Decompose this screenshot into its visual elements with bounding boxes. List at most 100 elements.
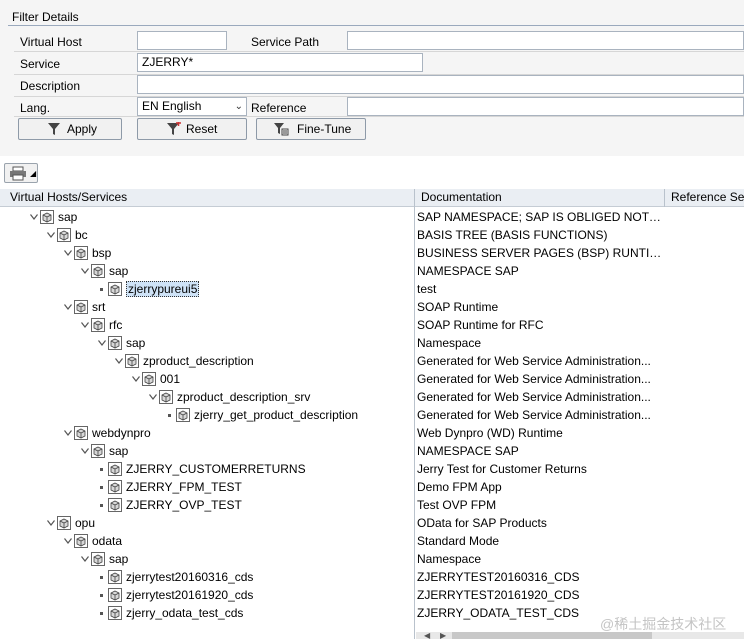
tree-node-label[interactable]: ZJERRY_OVP_TEST (126, 496, 242, 514)
tree-node-label[interactable]: bsp (92, 244, 111, 262)
tree-row[interactable]: ZJERRY_OVP_TEST (0, 496, 414, 514)
tree-node-label[interactable]: zjerrytest20160316_cds (126, 568, 253, 586)
tree-node-label[interactable]: bc (75, 226, 88, 244)
description-input[interactable] (137, 75, 744, 94)
chevron-down-icon[interactable] (149, 394, 157, 400)
virtual-host-label: Virtual Host (20, 35, 82, 49)
documentation-cell: Standard Mode (417, 534, 500, 548)
tree-node-label[interactable]: sap (126, 334, 145, 352)
tree-row[interactable]: bc (0, 226, 414, 244)
tree-node-label[interactable]: sap (109, 442, 128, 460)
chevron-down-icon[interactable] (81, 448, 89, 454)
tree-row[interactable]: ZJERRY_CUSTOMERRETURNS (0, 460, 414, 478)
service-node-icon (108, 462, 122, 476)
service-node-icon (108, 282, 122, 296)
tree-row[interactable]: zjerrypureui5 (0, 280, 414, 298)
reference-label: Reference (251, 101, 307, 115)
documentation-cell: SOAP Runtime (417, 300, 499, 314)
tree-row[interactable]: zjerry_get_product_description (0, 406, 414, 424)
tree-row[interactable]: zproduct_description_srv (0, 388, 414, 406)
reference-input[interactable] (347, 97, 744, 116)
tree-node-label[interactable]: opu (75, 514, 95, 532)
tree-node-label[interactable]: zjerrytest20161920_cds (126, 586, 253, 604)
chevron-down-icon[interactable] (64, 538, 72, 544)
tree-row[interactable]: odata (0, 532, 414, 550)
tree-row[interactable]: zjerry_odata_test_cds (0, 604, 414, 622)
tree-row[interactable]: sap (0, 550, 414, 568)
chevron-down-icon[interactable] (98, 340, 106, 346)
documentation-cell: NAMESPACE SAP (417, 444, 519, 458)
chevron-down-icon[interactable] (30, 214, 38, 220)
chevron-down-icon[interactable] (81, 322, 89, 328)
printer-icon (10, 166, 26, 181)
leaf-bullet (100, 468, 103, 471)
tree-row[interactable]: zproduct_description (0, 352, 414, 370)
tree-node-label[interactable]: srt (92, 298, 105, 316)
documentation-cell: ZJERRYTEST20161920_CDS (417, 588, 580, 602)
chevron-down-icon[interactable] (81, 556, 89, 562)
column-header-documentation[interactable]: Documentation (415, 189, 664, 207)
service-node-icon (57, 516, 71, 530)
tree-node-label[interactable]: zproduct_description (143, 352, 254, 370)
chevron-down-icon[interactable] (132, 376, 140, 382)
chevron-down-icon[interactable] (64, 430, 72, 436)
tree-node-label[interactable]: sap (109, 550, 128, 568)
apply-button[interactable]: Apply (18, 118, 122, 140)
tree-row[interactable]: rfc (0, 316, 414, 334)
tree-row[interactable]: sap (0, 208, 414, 226)
tree-node-label[interactable]: sap (58, 208, 77, 226)
service-node-icon (91, 318, 105, 332)
tree-row[interactable]: opu (0, 514, 414, 532)
tree-row[interactable]: 001 (0, 370, 414, 388)
documentation-cell: SAP NAMESPACE; SAP IS OBLIGED NOT T... (417, 210, 663, 224)
tree-node-label[interactable]: sap (109, 262, 128, 280)
tree-row[interactable]: zjerrytest20160316_cds (0, 568, 414, 586)
print-button[interactable]: ◢ (4, 163, 38, 183)
column-header-tree[interactable]: Virtual Hosts/Services (0, 189, 414, 207)
column-header-reference[interactable]: Reference Se (665, 189, 744, 207)
leaf-bullet (168, 414, 171, 417)
tree-node-label[interactable]: webdynpro (92, 424, 151, 442)
lang-select[interactable]: EN English ⌄ (137, 97, 247, 116)
service-node-icon (91, 264, 105, 278)
column-separator[interactable] (664, 189, 665, 207)
filter-reset-icon (167, 122, 181, 135)
tree-node-label[interactable]: ZJERRY_FPM_TEST (126, 478, 242, 496)
service-node-icon (74, 300, 88, 314)
documentation-cell: Namespace (417, 552, 482, 566)
chevron-down-icon[interactable] (64, 250, 72, 256)
service-node-icon (142, 372, 156, 386)
tree-node-label[interactable]: odata (92, 532, 122, 550)
reset-button[interactable]: Reset (137, 118, 247, 140)
fine-tune-button[interactable]: Fine-Tune (256, 118, 366, 140)
tree-row[interactable]: sap (0, 262, 414, 280)
service-node-icon (91, 552, 105, 566)
chevron-down-icon[interactable] (81, 268, 89, 274)
tree-row[interactable]: ZJERRY_FPM_TEST (0, 478, 414, 496)
tree-node-label[interactable]: zjerry_odata_test_cds (126, 604, 243, 622)
tree-node-label[interactable]: zjerrypureui5 (126, 281, 200, 297)
virtual-host-input[interactable] (137, 31, 227, 50)
column-separator[interactable] (414, 189, 415, 639)
service-input[interactable]: ZJERRY* (137, 53, 423, 72)
service-node-icon (108, 588, 122, 602)
chevron-down-icon[interactable] (47, 520, 55, 526)
tree-row[interactable]: bsp (0, 244, 414, 262)
service-path-input[interactable] (347, 31, 744, 50)
tree-node-label[interactable]: zjerry_get_product_description (194, 406, 358, 424)
tree-node-label[interactable]: rfc (109, 316, 122, 334)
tree-row[interactable]: sap (0, 442, 414, 460)
tree-row[interactable]: sap (0, 334, 414, 352)
chevron-down-icon[interactable] (47, 232, 55, 238)
tree-node-label[interactable]: zproduct_description_srv (177, 388, 310, 406)
chevron-down-icon[interactable] (115, 358, 123, 364)
tree-row[interactable]: zjerrytest20161920_cds (0, 586, 414, 604)
apply-button-label: Apply (67, 122, 98, 136)
tree-row[interactable]: srt (0, 298, 414, 316)
lang-select-value: EN English (142, 99, 202, 113)
chevron-down-icon[interactable] (64, 304, 72, 310)
filter-title: Filter Details (12, 10, 79, 24)
tree-row[interactable]: webdynpro (0, 424, 414, 442)
tree-node-label[interactable]: ZJERRY_CUSTOMERRETURNS (126, 460, 306, 478)
tree-node-label[interactable]: 001 (160, 370, 180, 388)
